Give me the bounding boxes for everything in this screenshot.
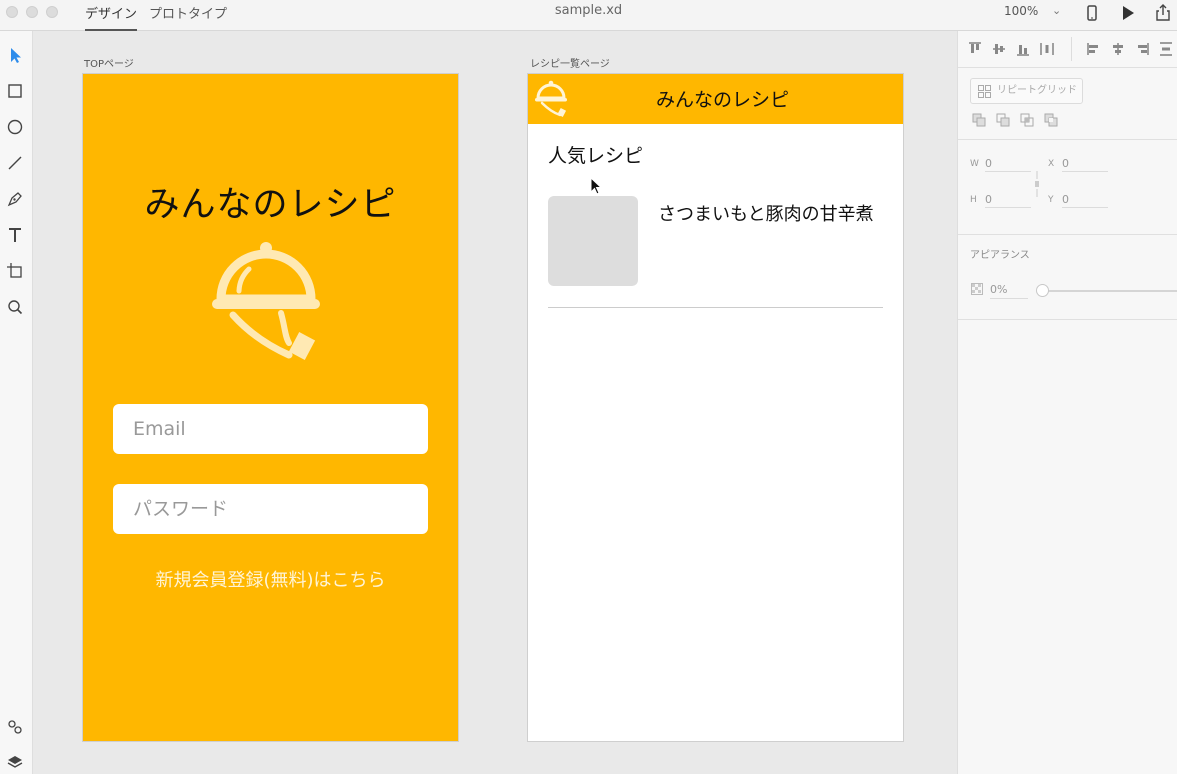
tool-bar <box>0 31 33 774</box>
opacity-icon <box>971 283 983 295</box>
y-field[interactable]: 0 <box>1062 193 1108 208</box>
title-bar: デザイン プロトタイプ sample.xd 100% ⌄ <box>0 0 1177 31</box>
align-center-icon[interactable] <box>1110 41 1126 57</box>
recipe-name[interactable]: さつまいもと豚肉の甘辛煮 <box>658 201 893 228</box>
artboard-top-page[interactable]: みんなのレシピ Email パスワード 新規会員登録(無料)はこちら <box>82 73 459 742</box>
boolean-subtract-icon[interactable] <box>996 113 1011 128</box>
header-title[interactable]: みんなのレシピ <box>528 74 903 126</box>
play-icon[interactable] <box>1118 3 1138 23</box>
text-icon[interactable] <box>5 225 25 245</box>
rectangle-icon[interactable] <box>5 81 25 101</box>
chevron-down-icon[interactable]: ⌄ <box>1052 4 1061 17</box>
repeat-grid-button[interactable]: リピートグリッド <box>970 78 1083 104</box>
ellipse-icon[interactable] <box>5 117 25 137</box>
boolean-intersect-icon[interactable] <box>1020 113 1035 128</box>
share-icon[interactable] <box>1153 3 1173 23</box>
app-header[interactable]: みんなのレシピ <box>528 74 903 124</box>
toolbar-divider <box>1071 37 1072 61</box>
artboard-label-top[interactable]: TOPページ <box>84 55 134 70</box>
divider[interactable] <box>548 307 883 308</box>
y-label: Y <box>1048 195 1054 205</box>
minimize-window-button[interactable] <box>26 6 38 18</box>
close-window-button[interactable] <box>6 6 18 18</box>
distribute-vertical-icon[interactable] <box>1158 41 1174 57</box>
x-field[interactable]: 0 <box>1062 157 1108 172</box>
boolean-exclude-icon[interactable] <box>1044 113 1059 128</box>
lock-aspect-icon[interactable] <box>1033 169 1041 199</box>
symbols-icon[interactable] <box>5 717 25 737</box>
layers-icon[interactable] <box>5 752 25 772</box>
tab-prototype[interactable]: プロトタイプ <box>149 3 227 22</box>
repeat-grid-label: リピートグリッド <box>997 85 1077 96</box>
section-divider <box>958 139 1177 140</box>
property-inspector: リピートグリッド W 0 X 0 H 0 Y 0 アピアランス 0% <box>957 31 1177 774</box>
zoom-icon[interactable] <box>5 297 25 317</box>
line-icon[interactable] <box>5 153 25 173</box>
recipe-thumbnail[interactable] <box>548 196 638 286</box>
document-title: sample.xd <box>554 3 623 18</box>
height-label: H <box>970 195 977 205</box>
opacity-slider-handle[interactable] <box>1036 284 1049 297</box>
width-label: W <box>970 159 979 169</box>
pen-icon[interactable] <box>5 189 25 209</box>
zoom-window-button[interactable] <box>46 6 58 18</box>
password-input[interactable]: パスワード <box>113 484 428 534</box>
width-field[interactable]: 0 <box>985 157 1031 172</box>
artboard-recipe-list-page[interactable]: みんなのレシピ 人気レシピ さつまいもと豚肉の甘辛煮 <box>527 73 904 742</box>
app-title[interactable]: みんなのレシピ <box>83 176 458 227</box>
section-title[interactable]: 人気レシピ <box>548 141 643 168</box>
artboard-icon[interactable] <box>5 261 25 281</box>
appearance-label: アピアランス <box>970 250 1030 261</box>
cloche-icon[interactable] <box>211 237 331 372</box>
mouse-cursor-icon <box>590 177 602 195</box>
zoom-level[interactable]: 100% <box>1004 4 1038 18</box>
opacity-slider[interactable] <box>1042 290 1177 292</box>
device-preview-icon[interactable] <box>1082 3 1102 23</box>
select-icon[interactable] <box>5 45 25 65</box>
align-top-icon[interactable] <box>967 41 983 57</box>
x-label: X <box>1048 159 1055 169</box>
align-left-icon[interactable] <box>1086 41 1102 57</box>
align-bottom-icon[interactable] <box>1015 41 1031 57</box>
design-canvas[interactable]: TOPページ みんなのレシピ Email パスワード 新規会員登録(無料)はこち… <box>33 31 957 774</box>
artboard-label-list[interactable]: レシピ一覧ページ <box>530 55 610 70</box>
email-input[interactable]: Email <box>113 404 428 454</box>
section-divider <box>958 234 1177 235</box>
repeat-grid-icon <box>978 85 991 98</box>
tab-design[interactable]: デザイン <box>85 3 138 31</box>
section-divider <box>958 67 1177 68</box>
align-middle-icon[interactable] <box>991 41 1007 57</box>
signup-link[interactable]: 新規会員登録(無料)はこちら <box>83 566 458 592</box>
height-field[interactable]: 0 <box>985 193 1031 208</box>
distribute-horizontal-icon[interactable] <box>1039 41 1055 57</box>
section-divider <box>958 319 1177 320</box>
align-right-icon[interactable] <box>1134 41 1150 57</box>
opacity-field[interactable]: 0% <box>990 283 1028 299</box>
boolean-add-icon[interactable] <box>972 113 987 128</box>
